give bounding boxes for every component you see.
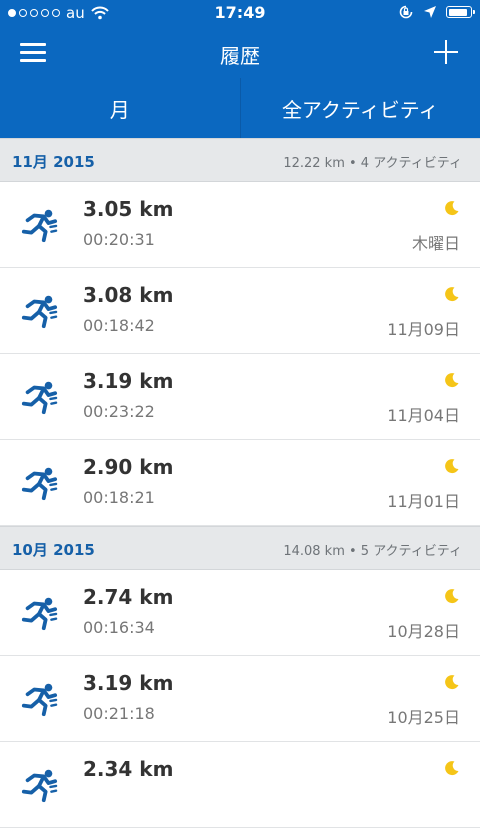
activity-distance: 2.34 km: [83, 757, 173, 781]
activity-row[interactable]: 2.90 km 00:18:21 11月01日: [0, 440, 480, 526]
moon-icon: [444, 372, 460, 388]
running-icon: [20, 464, 58, 502]
battery-icon: [446, 6, 472, 18]
moon-icon: [444, 760, 460, 776]
activity-duration: 00:23:22: [83, 402, 155, 421]
activity-row[interactable]: 3.08 km 00:18:42 11月09日: [0, 268, 480, 354]
activity-duration: 00:20:31: [83, 230, 155, 249]
location-arrow-icon: [423, 5, 437, 19]
moon-icon: [444, 458, 460, 474]
section-month-label: 11月 2015: [12, 151, 95, 172]
activity-row[interactable]: 2.34 km: [0, 742, 480, 828]
running-icon: [20, 378, 58, 416]
activity-distance: 2.90 km: [83, 455, 173, 479]
status-right: [398, 4, 472, 20]
navigation-bar: 履歴: [0, 28, 480, 78]
activity-date: 10月28日: [387, 618, 460, 642]
activity-history-list: 11月 2015 12.22 km • 4 アクティビティ 3.05 km 00:20…: [0, 138, 480, 828]
plus-icon[interactable]: [432, 38, 460, 66]
activity-distance: 2.74 km: [83, 585, 173, 609]
carrier-label: au: [66, 4, 85, 22]
signal-dot: [8, 9, 16, 17]
signal-dot: [52, 9, 60, 17]
signal-strength-icon: [8, 9, 60, 17]
moon-icon: [444, 674, 460, 690]
running-icon: [20, 292, 58, 330]
tab-bar: 月 全アクティビティ: [0, 78, 480, 138]
activity-duration: 00:16:34: [83, 618, 155, 637]
wifi-icon: [91, 6, 109, 20]
status-bar: au 17:49: [0, 0, 480, 28]
tab-all-activities[interactable]: 全アクティビティ: [241, 78, 480, 138]
section-summary: 12.22 km • 4 アクティビティ: [283, 152, 462, 171]
activity-duration: 00:21:18: [83, 704, 155, 723]
activity-date: 10月25日: [387, 704, 460, 728]
section-summary: 14.08 km • 5 アクティビティ: [283, 540, 462, 559]
activity-row[interactable]: 3.19 km 00:23:22 11月04日: [0, 354, 480, 440]
signal-dot: [19, 9, 27, 17]
activity-distance: 3.19 km: [83, 671, 173, 695]
signal-dot: [41, 9, 49, 17]
activity-row[interactable]: 3.19 km 00:21:18 10月25日: [0, 656, 480, 742]
activity-distance: 3.08 km: [83, 283, 173, 307]
status-left: au: [8, 4, 109, 22]
tab-month[interactable]: 月: [0, 78, 241, 138]
activity-date: 木曜日: [412, 230, 460, 254]
moon-icon: [444, 588, 460, 604]
running-icon: [20, 594, 58, 632]
activity-row[interactable]: 3.05 km 00:20:31 木曜日: [0, 182, 480, 268]
section-month-label: 10月 2015: [12, 539, 95, 560]
section-header: 11月 2015 12.22 km • 4 アクティビティ: [0, 138, 480, 182]
activity-row[interactable]: 2.74 km 00:16:34 10月28日: [0, 570, 480, 656]
activity-duration: 00:18:42: [83, 316, 155, 335]
moon-icon: [444, 286, 460, 302]
signal-dot: [30, 9, 38, 17]
activity-distance: 3.05 km: [83, 197, 173, 221]
activity-duration: 00:18:21: [83, 488, 155, 507]
orientation-lock-icon: [398, 4, 414, 20]
running-icon: [20, 766, 58, 804]
section-header: 10月 2015 14.08 km • 5 アクティビティ: [0, 526, 480, 570]
activity-date: 11月04日: [387, 402, 460, 426]
activity-date: 11月01日: [387, 488, 460, 512]
activity-date: 11月09日: [387, 316, 460, 340]
moon-icon: [444, 200, 460, 216]
battery-level: [449, 9, 467, 16]
running-icon: [20, 680, 58, 718]
page-title: 履歴: [0, 40, 480, 69]
running-icon: [20, 206, 58, 244]
activity-distance: 3.19 km: [83, 369, 173, 393]
